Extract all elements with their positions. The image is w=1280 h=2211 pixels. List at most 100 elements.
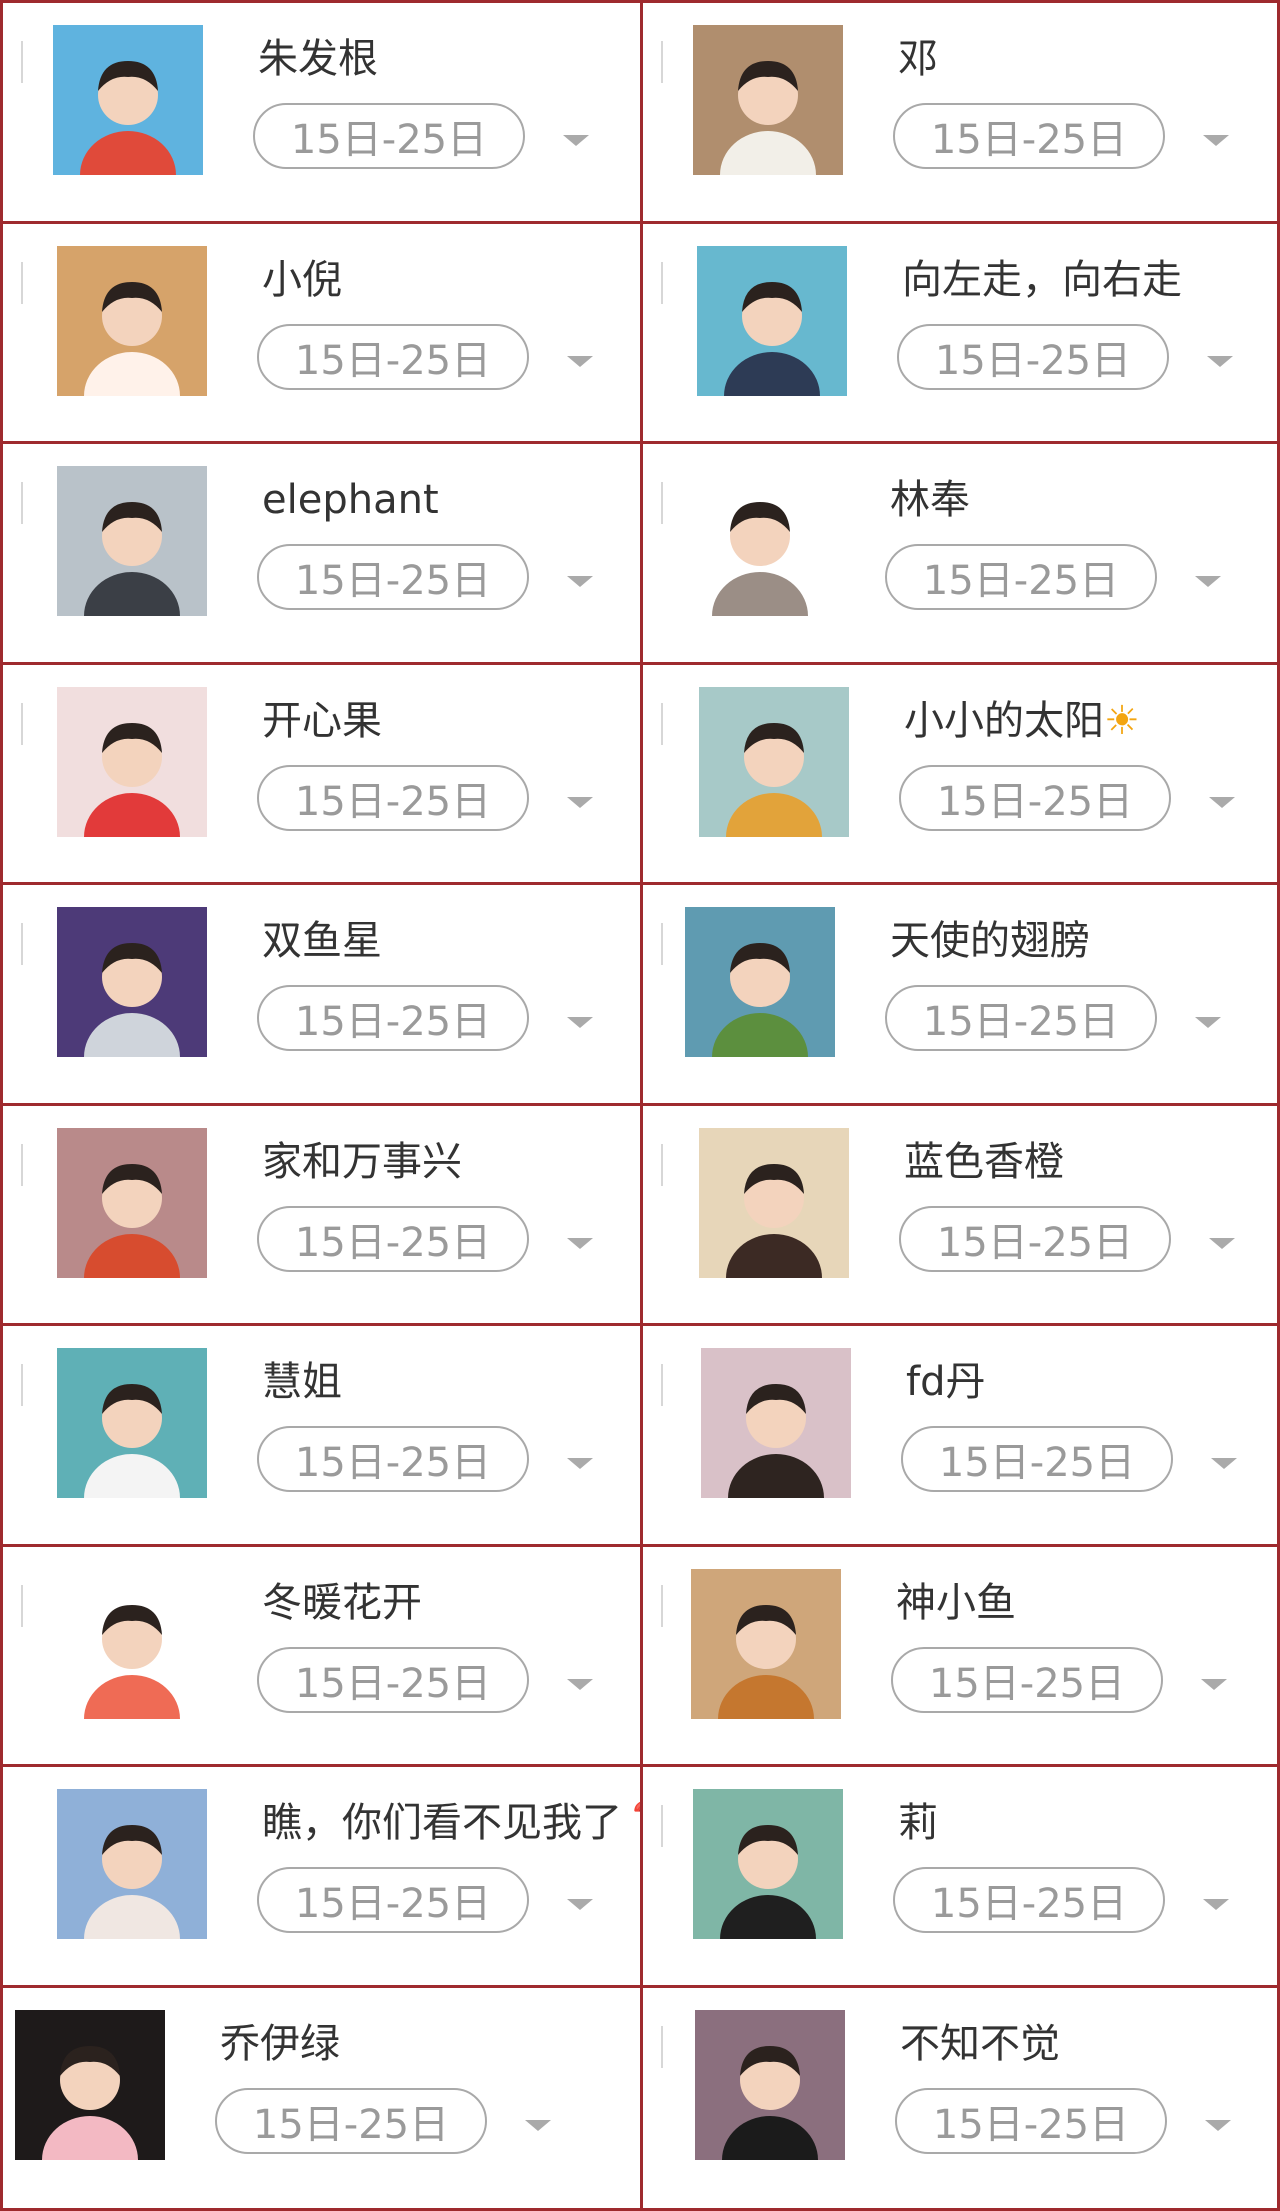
avatar[interactable]	[57, 1568, 207, 1719]
period-select[interactable]: 15日-25日	[257, 1426, 529, 1492]
user-name-text: 莉	[898, 1800, 938, 1846]
user-card[interactable]: 不知不觉 15日-25日	[643, 1987, 1277, 2208]
chevron-down-icon[interactable]	[1201, 1678, 1227, 1690]
user-name: 林奉	[890, 472, 970, 528]
avatar-image	[57, 907, 207, 1057]
user-name-text: 双鱼星	[262, 918, 382, 964]
period-select[interactable]: 15日-25日	[257, 985, 529, 1051]
avatar[interactable]	[57, 1127, 207, 1278]
avatar[interactable]	[691, 1568, 841, 1719]
chevron-down-icon[interactable]	[525, 2119, 551, 2131]
chevron-down-icon[interactable]	[567, 1678, 593, 1690]
period-select[interactable]: 15日-25日	[897, 323, 1169, 390]
user-card[interactable]: 瞧，你们看不见我了❓ 15日-25日	[3, 1767, 643, 1988]
period-select[interactable]: 15日-25日	[253, 103, 525, 169]
period-select[interactable]: 15日-25日	[891, 1646, 1163, 1713]
user-card[interactable]: 冬暖花开 15日-25日	[3, 1546, 643, 1767]
user-card[interactable]: 双鱼星 15日-25日	[3, 885, 643, 1106]
user-card[interactable]: 小小的太阳☀ 15日-25日	[643, 664, 1277, 885]
avatar[interactable]	[57, 1348, 207, 1498]
chevron-down-icon[interactable]	[567, 1899, 593, 1910]
period-select[interactable]: 15日-25日	[895, 2087, 1167, 2154]
user-card[interactable]: fd丹 15日-25日	[643, 1326, 1277, 1547]
user-card[interactable]: 乔伊绿 15日-25日	[3, 1987, 643, 2208]
chevron-down-icon[interactable]	[1195, 1017, 1221, 1028]
chevron-down-icon[interactable]	[1203, 135, 1229, 146]
period-select[interactable]: 15日-25日	[257, 1867, 529, 1933]
avatar[interactable]	[57, 686, 207, 837]
user-card[interactable]: 家和万事兴 15日-25日	[3, 1105, 643, 1326]
chevron-down-icon[interactable]	[1209, 796, 1235, 808]
user-card[interactable]: 天使的翅膀 15日-25日	[643, 885, 1277, 1106]
user-name-text: 家和万事兴	[262, 1138, 462, 1185]
period-select[interactable]: 15日-25日	[899, 1205, 1171, 1272]
avatar[interactable]	[701, 1348, 851, 1498]
avatar[interactable]	[693, 1789, 843, 1939]
avatar[interactable]	[695, 2009, 845, 2160]
divider	[661, 1584, 663, 1627]
chevron-down-icon[interactable]	[1207, 355, 1233, 367]
user-card[interactable]: 神小鱼 15日-25日	[643, 1546, 1277, 1767]
chevron-down-icon[interactable]	[567, 1458, 593, 1469]
avatar[interactable]	[699, 1127, 849, 1278]
divider	[21, 482, 23, 524]
period-select[interactable]: 15日-25日	[893, 1867, 1165, 1933]
avatar[interactable]	[53, 25, 203, 175]
chevron-down-icon[interactable]	[1195, 576, 1221, 587]
period-select[interactable]: 15日-25日	[257, 544, 529, 610]
chevron-down-icon[interactable]	[567, 1017, 593, 1028]
user-name: 小小的太阳☀	[904, 693, 1140, 749]
chevron-down-icon[interactable]	[567, 355, 593, 367]
period-select[interactable]: 15日-25日	[257, 764, 529, 831]
avatar[interactable]	[57, 245, 207, 396]
divider	[21, 1364, 23, 1406]
chevron-down-icon[interactable]	[1203, 1899, 1229, 1910]
divider	[21, 1584, 23, 1627]
user-card[interactable]: 朱发根 15日-25日	[3, 3, 643, 224]
period-select[interactable]: 15日-25日	[893, 103, 1165, 169]
period-select[interactable]: 15日-25日	[901, 1426, 1173, 1492]
chevron-down-icon[interactable]	[1209, 1237, 1235, 1249]
user-name-text: 天使的翅膀	[890, 918, 1090, 964]
chevron-down-icon[interactable]	[1205, 2119, 1231, 2131]
period-select[interactable]: 15日-25日	[257, 323, 529, 390]
period-select[interactable]: 15日-25日	[899, 764, 1171, 831]
user-name-text: elephant	[262, 477, 439, 523]
period-select[interactable]: 15日-25日	[885, 985, 1157, 1051]
user-card[interactable]: 蓝色香橙 15日-25日	[643, 1105, 1277, 1326]
chevron-down-icon[interactable]	[563, 135, 589, 146]
sun-icon: ☀	[1104, 697, 1140, 744]
period-select[interactable]: 15日-25日	[885, 544, 1157, 610]
chevron-down-icon[interactable]	[567, 1237, 593, 1249]
period-select[interactable]: 15日-25日	[215, 2087, 487, 2154]
user-card[interactable]: 邓 15日-25日	[643, 3, 1277, 224]
chevron-down-icon[interactable]	[567, 796, 593, 808]
avatar[interactable]	[57, 1789, 207, 1939]
user-card[interactable]: 慧姐 15日-25日	[3, 1326, 643, 1547]
user-card[interactable]: 向左走，向右走 15日-25日	[643, 223, 1277, 444]
user-name-text: 不知不觉	[900, 2020, 1060, 2067]
avatar-image	[57, 686, 207, 837]
avatar[interactable]	[57, 907, 207, 1057]
avatar[interactable]	[697, 245, 847, 396]
avatar[interactable]	[693, 25, 843, 175]
avatar[interactable]	[685, 907, 835, 1057]
divider	[661, 41, 663, 83]
user-name: elephant	[262, 472, 439, 528]
chevron-down-icon[interactable]	[567, 576, 593, 587]
avatar[interactable]	[685, 466, 835, 616]
divider	[661, 1143, 663, 1186]
user-card[interactable]: 小倪 15日-25日	[3, 223, 643, 444]
user-name-text: 慧姐	[262, 1359, 342, 1405]
user-card[interactable]: 林奉 15日-25日	[643, 444, 1277, 665]
avatar[interactable]	[15, 2009, 165, 2160]
period-label: 15日-25日	[294, 337, 492, 384]
period-select[interactable]: 15日-25日	[257, 1205, 529, 1272]
avatar[interactable]	[57, 466, 207, 616]
user-card[interactable]: 莉 15日-25日	[643, 1767, 1277, 1988]
avatar[interactable]	[699, 686, 849, 837]
chevron-down-icon[interactable]	[1211, 1458, 1237, 1469]
user-card[interactable]: 开心果 15日-25日	[3, 664, 643, 885]
user-card[interactable]: elephant 15日-25日	[3, 444, 643, 665]
period-select[interactable]: 15日-25日	[257, 1646, 529, 1713]
